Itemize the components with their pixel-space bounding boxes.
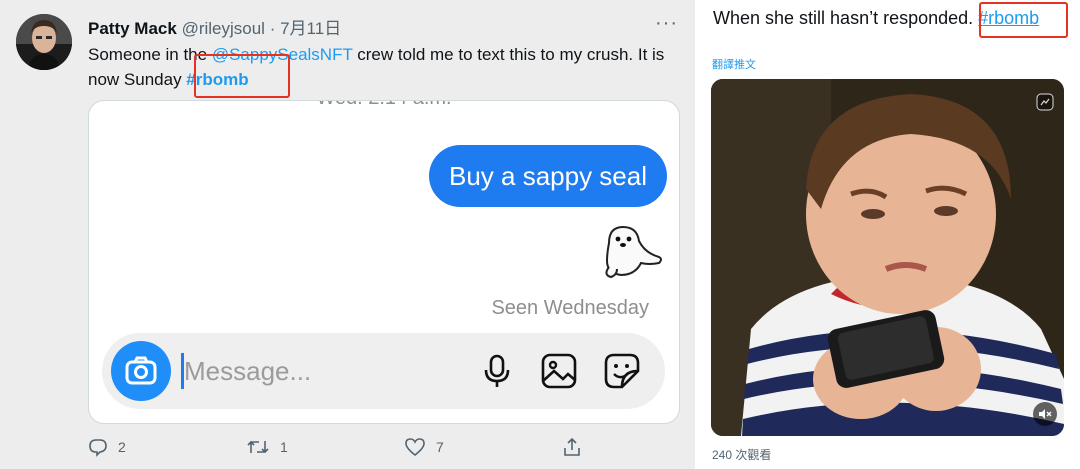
share-icon xyxy=(564,437,580,456)
header-separator: · xyxy=(269,19,276,38)
retweet-count: 1 xyxy=(280,439,288,455)
quoted-text-body: When she still hasn’t responded. xyxy=(713,8,979,28)
microphone-icon[interactable] xyxy=(477,351,517,391)
gif-badge-icon[interactable] xyxy=(1036,93,1054,111)
tweet-media-image[interactable]: Wed. 2:14 a.m. Buy a sappy seal Seen Wed… xyxy=(88,100,680,424)
reply-count: 2 xyxy=(118,439,126,455)
like-button[interactable]: 7 xyxy=(404,432,444,462)
tweet-card: Patty Mack @rileyjsoul · 7月11日 ··· Someo… xyxy=(0,0,695,469)
author-handle[interactable]: @rileyjsoul xyxy=(182,19,265,38)
reply-button[interactable]: 2 xyxy=(88,432,126,462)
view-count: 240 次觀看 xyxy=(712,448,772,462)
chat-timestamp: Wed. 2:14 a.m. xyxy=(89,101,679,110)
retweet-icon xyxy=(247,440,269,454)
tweet-date[interactable]: 7月11日 xyxy=(280,19,341,38)
camera-icon xyxy=(125,356,157,385)
mute-icon[interactable] xyxy=(1033,402,1057,426)
avatar[interactable] xyxy=(16,14,72,70)
message-bubble: Buy a sappy seal xyxy=(428,145,667,207)
tweet-text: Someone in the @SappySealsNFT crew told … xyxy=(88,42,668,92)
child-with-phone-image xyxy=(711,79,1064,436)
message-composer: Message... xyxy=(102,333,665,409)
share-button[interactable] xyxy=(562,432,592,462)
hashtag-highlight-box xyxy=(194,54,290,98)
more-options-icon[interactable]: ··· xyxy=(655,12,678,35)
camera-button[interactable] xyxy=(111,341,171,401)
translate-link[interactable]: 翻譯推文 xyxy=(712,56,756,72)
tweet-actions: 2 1 7 xyxy=(88,432,688,462)
heart-icon xyxy=(405,438,425,457)
tweet-header: Patty Mack @rileyjsoul · 7月11日 xyxy=(88,14,341,39)
quoted-hashtag-highlight-box xyxy=(979,2,1068,38)
reply-icon xyxy=(89,439,107,457)
seen-status: Seen Wednesday xyxy=(491,297,649,319)
quoted-tweet: When she still hasn’t responded. #rbomb … xyxy=(695,0,1080,469)
like-count: 7 xyxy=(436,439,444,455)
retweet-button[interactable]: 1 xyxy=(246,432,288,462)
message-input[interactable]: Message... xyxy=(184,353,311,389)
gallery-icon[interactable] xyxy=(539,351,579,391)
seal-sticker-icon xyxy=(605,225,662,279)
gif-video[interactable] xyxy=(711,79,1064,436)
author-name[interactable]: Patty Mack xyxy=(88,19,177,38)
sticker-icon[interactable] xyxy=(602,351,642,391)
